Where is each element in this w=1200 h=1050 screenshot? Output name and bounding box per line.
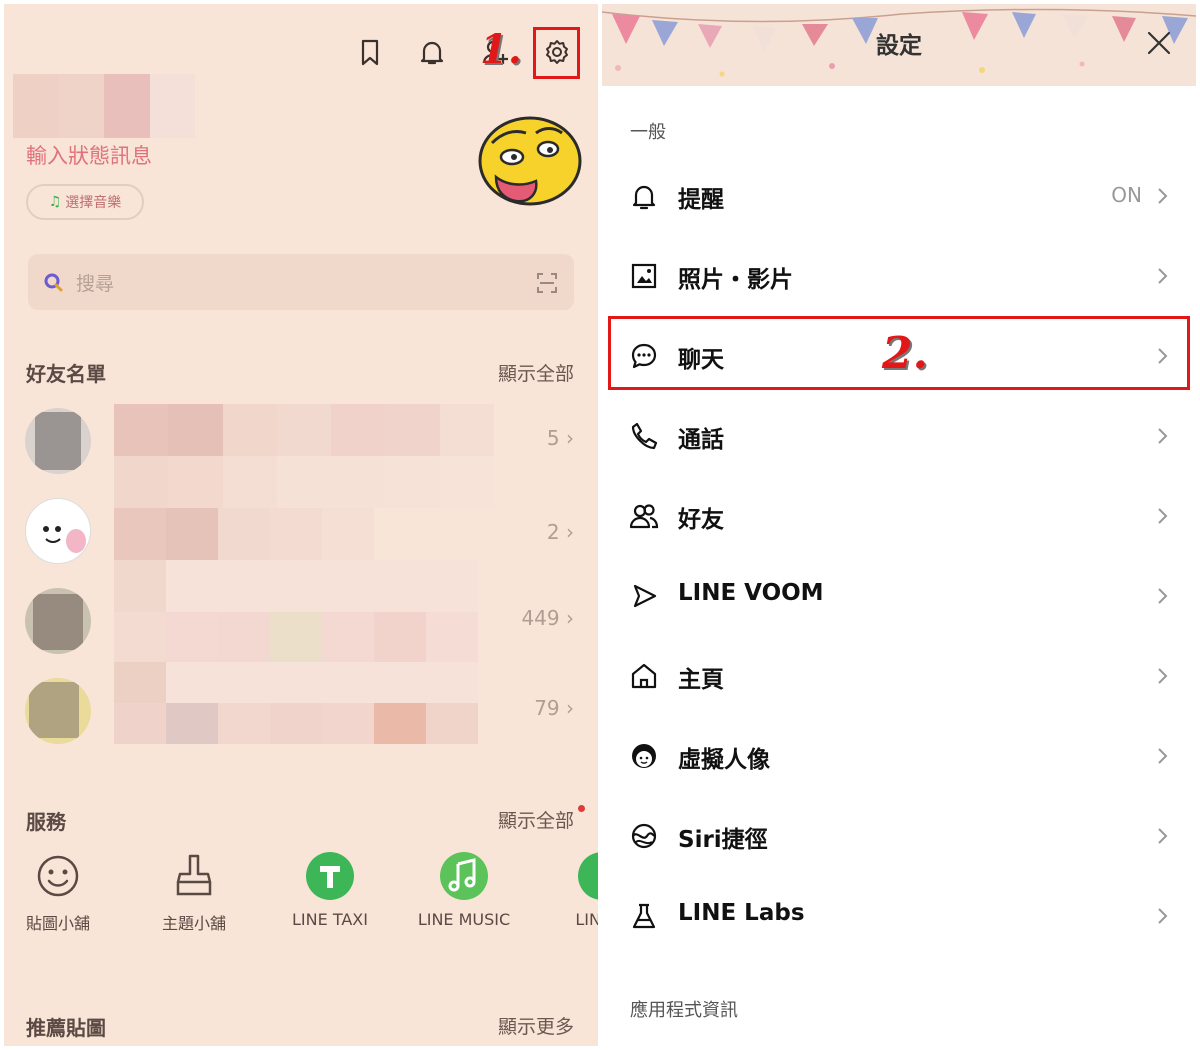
friend-name-blurred <box>114 662 478 744</box>
search-bar[interactable]: 搜尋 <box>28 254 574 310</box>
chevron-right-icon <box>1158 428 1168 444</box>
service-label: LINE G <box>575 910 598 929</box>
qr-scan-icon[interactable] <box>536 272 558 294</box>
recommended-stickers-title: 推薦貼圖 <box>26 1016 106 1040</box>
chevron-right-icon <box>1158 588 1168 604</box>
settings-item-line-labs[interactable]: LINE Labs <box>602 876 1196 956</box>
friends-section-title: 好友名單 <box>26 362 106 386</box>
settings-item-label: 虛擬人像 <box>678 747 770 773</box>
settings-item-label: LINE VOOM <box>678 580 824 606</box>
screenshot-root: 1. 輸入狀態訊息 ♫ 選擇音樂 搜尋 好友名單 顯示全部 5 › 2 › 44… <box>0 0 1200 1050</box>
game-icon <box>578 852 598 900</box>
service-theme-shop[interactable]: 主題小舖 <box>134 850 254 940</box>
service-line-taxi[interactable]: LINE TAXI <box>270 850 390 940</box>
friend-avatar <box>25 588 91 654</box>
settings-panel: 設定 一般 提醒 ON 照片・影片 聊天 通話 好友 LINE VOOM 主頁 … <box>602 4 1196 1046</box>
chevron-right-icon <box>1158 508 1168 524</box>
step-1-label: 1. <box>480 26 522 73</box>
voom-icon <box>633 584 657 608</box>
friend-row[interactable]: 79 › <box>4 662 598 758</box>
search-input[interactable]: 搜尋 <box>76 269 114 296</box>
avatar-icon <box>632 744 656 768</box>
flask-icon <box>632 903 656 929</box>
search-icon <box>44 273 63 292</box>
siri-icon <box>631 823 657 849</box>
friend-count: 5 › <box>546 426 574 450</box>
home-icon <box>631 663 657 689</box>
profile-name-blurred <box>13 74 195 138</box>
choose-music-button[interactable]: ♫ 選擇音樂 <box>26 184 144 220</box>
settings-item-label: 主頁 <box>678 667 724 693</box>
services-show-all-link[interactable]: 顯示全部 <box>498 806 574 833</box>
friend-name-blurred <box>114 508 374 562</box>
step-2-label: 2. <box>882 328 928 379</box>
new-badge-dot <box>578 805 585 812</box>
settings-item-label: 提醒 <box>678 187 724 213</box>
friends-show-all-link[interactable]: 顯示全部 <box>498 359 574 386</box>
friend-name-blurred <box>114 404 494 508</box>
choose-music-label: 選擇音樂 <box>65 195 122 211</box>
chevron-right-icon <box>1158 828 1168 844</box>
friend-name-blurred <box>114 560 478 664</box>
status-message[interactable]: 輸入狀態訊息 <box>26 140 152 170</box>
chevron-right-icon <box>1158 668 1168 684</box>
friend-row[interactable]: 449 › <box>4 560 598 668</box>
recommended-stickers-more-link[interactable]: 顯示更多 <box>498 1012 574 1039</box>
settings-item-home[interactable]: 主頁 <box>602 636 1196 716</box>
smiley-icon <box>37 855 79 897</box>
chevron-right-icon <box>1158 908 1168 924</box>
taxi-icon <box>306 852 354 900</box>
music-note-icon: ♫ <box>48 194 62 210</box>
friend-count: 79 › <box>534 696 574 720</box>
settings-item-siri-shortcuts[interactable]: Siri捷徑 <box>602 796 1196 876</box>
service-label: LINE TAXI <box>292 910 368 929</box>
bookmark-icon[interactable] <box>348 30 392 74</box>
settings-item-label: 好友 <box>678 507 724 533</box>
phone-icon <box>631 422 658 450</box>
friend-row[interactable]: 5 › <box>4 404 598 508</box>
service-label: 主題小舖 <box>161 914 226 933</box>
bell-icon[interactable] <box>410 30 454 74</box>
chevron-right-icon <box>1158 188 1168 204</box>
settings-highlight-box <box>533 27 580 79</box>
group-label-general: 一般 <box>630 122 666 143</box>
settings-item-photos-videos[interactable]: 照片・影片 <box>602 236 1196 316</box>
friend-count: 449 › <box>521 606 574 630</box>
bell-icon <box>632 185 656 210</box>
friend-avatar <box>25 408 91 474</box>
close-icon[interactable] <box>1144 28 1174 58</box>
service-label: LINE MUSIC <box>417 910 511 929</box>
home-panel: 1. 輸入狀態訊息 ♫ 選擇音樂 搜尋 好友名單 顯示全部 5 › 2 › 44… <box>4 4 598 1046</box>
settings-item-label: Siri捷徑 <box>678 827 768 853</box>
settings-item-line-voom[interactable]: LINE VOOM <box>602 556 1196 636</box>
settings-item-avatar[interactable]: 虛擬人像 <box>602 716 1196 796</box>
settings-item-calls[interactable]: 通話 <box>602 396 1196 476</box>
friend-avatar <box>25 498 91 564</box>
group-label-app-info: 應用程式資訊 <box>630 1000 738 1021</box>
settings-item-friends[interactable]: 好友 <box>602 476 1196 556</box>
friend-avatar <box>25 678 91 744</box>
service-line-games[interactable]: LINE G <box>542 850 598 940</box>
chevron-right-icon <box>1158 748 1168 764</box>
chevron-right-icon <box>1158 268 1168 284</box>
friend-count: 2 › <box>546 520 574 544</box>
photo-icon <box>631 263 657 289</box>
service-line-music[interactable]: LINE MUSIC <box>404 850 524 940</box>
friends-icon <box>629 504 659 529</box>
paint-brush-icon <box>176 854 212 896</box>
music-icon <box>440 852 488 900</box>
settings-item-label: 照片・影片 <box>678 267 793 293</box>
settings-item-value: ON <box>1111 183 1142 207</box>
settings-item-label: 通話 <box>678 427 724 453</box>
service-label: 貼圖小舖 <box>25 914 90 933</box>
service-sticker-shop[interactable]: 貼圖小舖 <box>4 850 118 940</box>
settings-item-label: LINE Labs <box>678 900 805 926</box>
services-section-title: 服務 <box>26 810 66 834</box>
profile-avatar[interactable] <box>474 115 582 207</box>
settings-item-notifications[interactable]: 提醒 ON <box>602 156 1196 236</box>
settings-header: 設定 <box>602 4 1196 86</box>
settings-title: 設定 <box>876 33 922 59</box>
